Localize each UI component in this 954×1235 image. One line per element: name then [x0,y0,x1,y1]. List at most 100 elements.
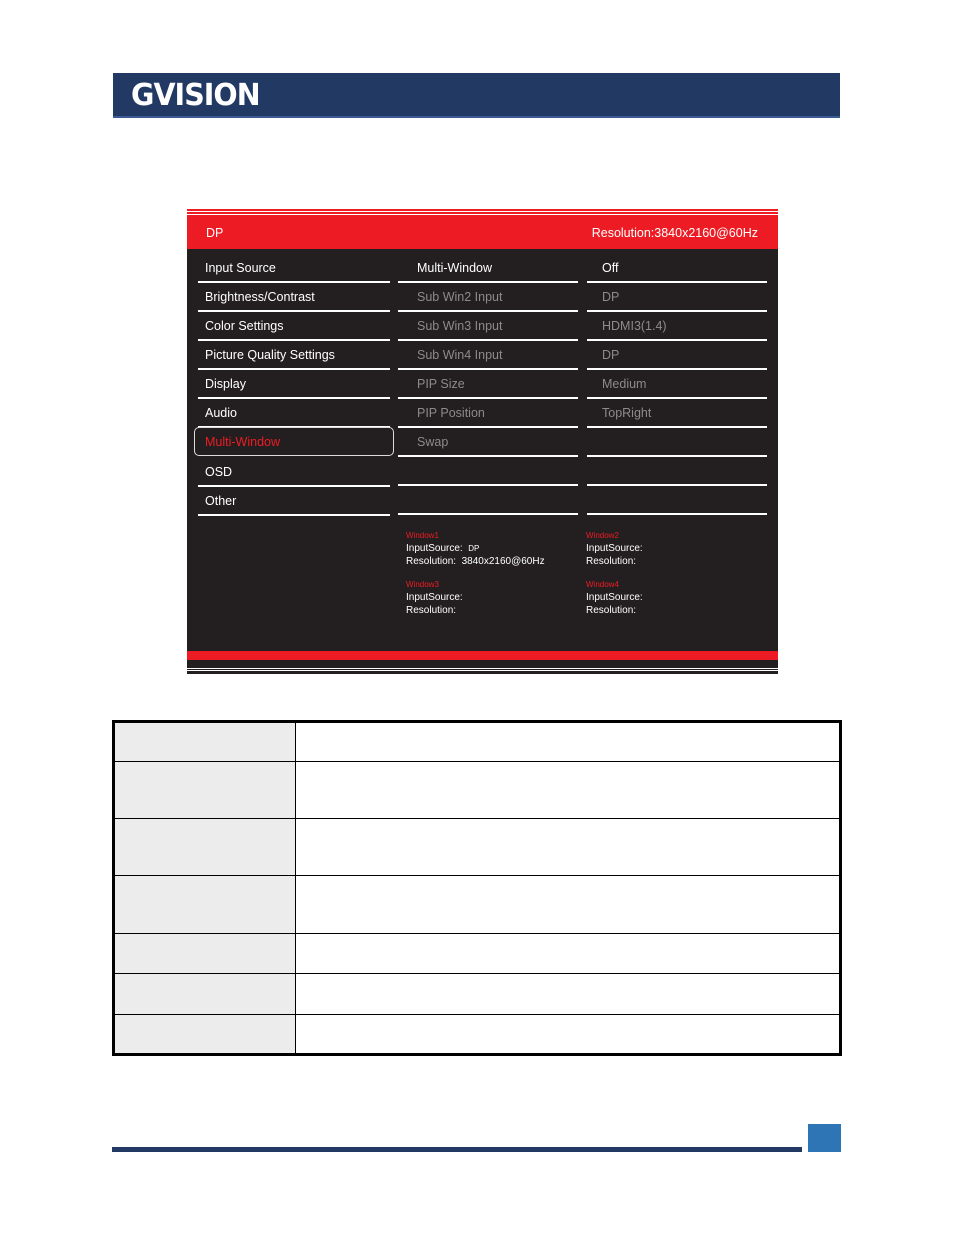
input-source-label: InputSource: [406,543,463,554]
table-key-cell [113,761,296,819]
menu-item-input-source[interactable]: Input Source [198,254,390,283]
osd-bottom-lines [187,668,778,674]
submenu-multi-window[interactable]: Multi-Window [398,254,578,283]
submenu-swap[interactable]: Swap [398,428,578,457]
osd-main-menu: Input Source Brightness/Contrast Color S… [194,254,394,516]
osd-sub-menu-values: Off DP HDMI3(1.4) DP Medium TopRight [587,254,767,515]
settings-description-table [112,720,842,1056]
table-row [113,933,841,974]
submenu-label: Swap [417,435,449,449]
submenu-empty-row [398,486,578,515]
resolution-label: Resolution: [406,556,457,567]
table-value-cell [295,1014,841,1055]
resolution-value: 3840x2160@60Hz [461,556,545,567]
window-title: Window3 [406,580,439,589]
table-key-cell [113,818,296,876]
resolution-label: Resolution: [586,556,637,567]
submenu-label: Sub Win4 Input [417,348,503,362]
window1-info: Window1 InputSource: DP Resolution: 3840… [406,530,545,568]
menu-item-label: Picture Quality Settings [205,348,335,362]
value-empty-row [587,486,767,515]
value-sub-win4-input[interactable]: DP [587,341,767,370]
osd-top-stripes [187,209,778,218]
table-key-cell [113,721,296,762]
menu-item-osd[interactable]: OSD [198,458,390,487]
value-sub-win2-input[interactable]: DP [587,283,767,312]
value-pip-size[interactable]: Medium [587,370,767,399]
window4-info: Window4 InputSource: Resolution: [586,579,643,617]
osd-bottom-red-bar [187,651,778,660]
menu-item-label: Audio [205,406,237,420]
page-number-box [808,1124,841,1152]
menu-item-multi-window[interactable]: Multi-Window [194,427,394,456]
submenu-value: DP [602,290,620,304]
table-row [113,875,841,934]
value-sub-win3-input[interactable]: HDMI3(1.4) [587,312,767,341]
input-source-label: InputSource: [586,543,643,554]
submenu-sub-win4-input[interactable]: Sub Win4 Input [398,341,578,370]
submenu-value: DP [602,348,620,362]
table-row [113,761,841,819]
input-source-label: InputSource: [586,592,643,603]
menu-item-color-settings[interactable]: Color Settings [198,312,390,341]
submenu-empty-row [398,457,578,486]
value-empty-row [587,457,767,486]
osd-status-bar: DP Resolution:3840x2160@60Hz [187,218,778,249]
table-value-cell [295,973,841,1015]
window-title: Window1 [406,531,439,540]
window3-info: Window3 InputSource: Resolution: [406,579,463,617]
table-value-cell [295,761,841,819]
submenu-value: HDMI3(1.4) [602,319,667,333]
menu-item-audio[interactable]: Audio [198,399,390,428]
window2-info: Window2 InputSource: Resolution: [586,530,643,568]
menu-item-label: Brightness/Contrast [205,290,315,304]
header-banner: GVISION [113,73,840,118]
input-source-label: InputSource: [406,592,463,603]
submenu-label: PIP Position [417,406,485,420]
menu-item-other[interactable]: Other [198,487,390,516]
value-swap [587,428,767,457]
menu-item-picture-quality[interactable]: Picture Quality Settings [198,341,390,370]
resolution-label: Resolution: [406,605,457,616]
table-row [113,1014,841,1055]
submenu-pip-position[interactable]: PIP Position [398,399,578,428]
table-value-cell [295,933,841,974]
menu-item-label: Other [205,494,237,508]
submenu-label: Sub Win2 Input [417,290,503,304]
menu-item-label: Display [205,377,246,391]
value-multi-window[interactable]: Off [587,254,767,283]
table-key-cell [113,933,296,974]
submenu-sub-win3-input[interactable]: Sub Win3 Input [398,312,578,341]
menu-item-display[interactable]: Display [198,370,390,399]
submenu-label: PIP Size [417,377,465,391]
submenu-label: Multi-Window [417,261,493,275]
submenu-pip-size[interactable]: PIP Size [398,370,578,399]
footer-rule [112,1147,802,1152]
window-title: Window4 [586,580,619,589]
submenu-value: TopRight [602,406,652,420]
menu-item-label: Color Settings [205,319,284,333]
table-row [113,721,841,762]
submenu-sub-win2-input[interactable]: Sub Win2 Input [398,283,578,312]
input-source-value: DP [468,544,480,553]
submenu-value: Off [602,261,619,275]
menu-item-label: Input Source [205,261,276,275]
table-key-cell [113,875,296,934]
table-key-cell [113,1014,296,1055]
current-input-source: DP [206,226,224,240]
window-title: Window2 [586,531,619,540]
menu-item-brightness-contrast[interactable]: Brightness/Contrast [198,283,390,312]
osd-sub-menu: Multi-Window Sub Win2 Input Sub Win3 Inp… [398,254,578,515]
table-row [113,973,841,1015]
submenu-label: Sub Win3 Input [417,319,503,333]
table-key-cell [113,973,296,1015]
menu-item-label: OSD [205,465,233,479]
table-row [113,818,841,876]
value-pip-position[interactable]: TopRight [587,399,767,428]
current-resolution: Resolution:3840x2160@60Hz [591,226,758,240]
table-value-cell [295,875,841,934]
submenu-value: Medium [602,377,647,391]
table-value-cell [295,721,841,762]
table-value-cell [295,818,841,876]
gvision-logo: GVISION [131,78,261,113]
